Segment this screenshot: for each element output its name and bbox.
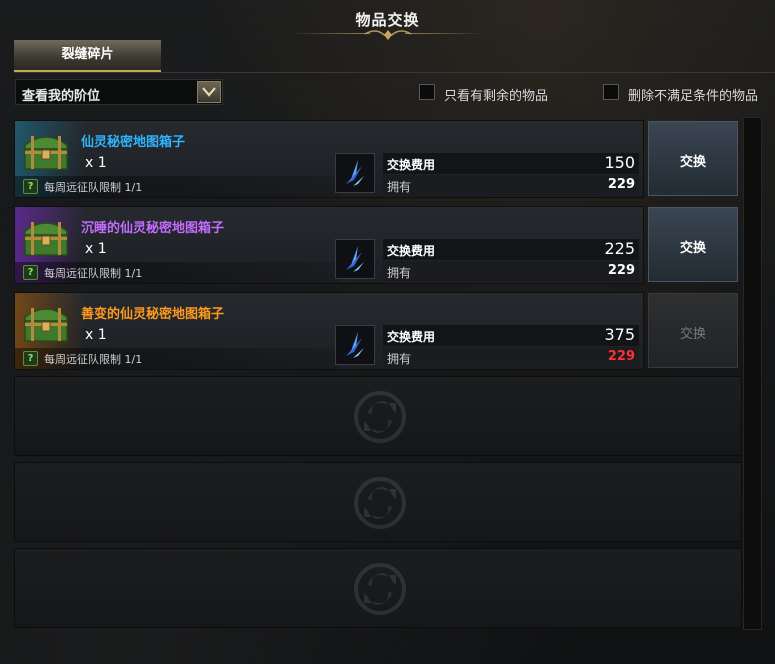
question-icon[interactable]: ? [23,265,38,280]
exchange-row: 仙灵秘密地图箱子 x 1 ? 每周远征队限制 1/1 交换费用 150 拥有 2… [14,120,644,198]
chevron-down-icon[interactable] [197,81,221,103]
owned-row: 拥有 229 [383,347,639,367]
green-treasure-chest-icon [24,222,68,256]
title-divider-left [290,33,370,34]
item-quantity: x 1 [85,241,107,257]
rank-dropdown[interactable]: 查看我的阶位 [15,79,223,105]
title-bar: 物品交换 [0,0,775,40]
owned-row: 拥有 229 [383,175,639,195]
checkbox-remaining-only-label: 只看有剩余的物品 [444,89,549,104]
green-treasure-chest-icon [24,308,68,342]
checkbox-hide-unmet-label: 删除不满足条件的物品 [628,89,759,104]
tab-rift-shards[interactable]: 裂缝碎片 [14,40,161,72]
cost-label: 交换费用 [387,158,436,172]
empty-slot [14,376,742,456]
dropdown-selected-value: 查看我的阶位 [22,89,101,104]
question-icon[interactable]: ? [23,351,38,366]
exchange-list: 仙灵秘密地图箱子 x 1 ? 每周远征队限制 1/1 交换费用 150 拥有 2… [14,117,742,630]
blue-crystal-shard-icon [335,239,375,279]
weekly-limit: 每周远征队限制 1/1 [44,267,143,280]
tab-divider [14,72,775,73]
checkbox-hide-unmet-box[interactable] [603,84,619,100]
cost-block: 交换费用 150 拥有 229 [383,153,639,195]
list-scrollbar[interactable] [743,117,762,630]
owned-value: 229 [607,177,635,192]
cost-block: 交换费用 225 拥有 229 [383,239,639,281]
title-ornament-icon [364,30,412,40]
exchange-button-disabled[interactable]: 交换 [648,293,738,368]
refresh-cycle-icon [354,477,406,529]
owned-value: 229 [607,263,635,278]
item-quantity: x 1 [85,155,107,171]
cost-value: 375 [604,325,635,344]
cost-row: 交换费用 150 [383,153,639,174]
owned-label: 拥有 [387,180,412,194]
cost-value: 150 [604,153,635,172]
cost-label: 交换费用 [387,330,436,344]
cost-label: 交换费用 [387,244,436,258]
item-name: 善变的仙灵秘密地图箱子 [81,307,225,322]
owned-label: 拥有 [387,266,412,280]
cost-block: 交换费用 375 拥有 229 [383,325,639,367]
exchange-button[interactable]: 交换 [648,121,738,196]
exchange-row: 沉睡的仙灵秘密地图箱子 x 1 ? 每周远征队限制 1/1 交换费用 225 拥… [14,206,644,284]
weekly-limit: 每周远征队限制 1/1 [44,181,143,194]
green-treasure-chest-icon [24,136,68,170]
question-icon[interactable]: ? [23,179,38,194]
exchange-button[interactable]: 交换 [648,207,738,282]
blue-crystal-shard-icon [335,153,375,193]
exchange-row: 善变的仙灵秘密地图箱子 x 1 ? 每周远征队限制 1/1 交换费用 375 拥… [14,292,644,370]
owned-value-insufficient: 229 [607,349,635,364]
refresh-cycle-icon [354,563,406,615]
blue-crystal-shard-icon [335,325,375,365]
checkbox-remaining-only-box[interactable] [419,84,435,100]
item-quantity: x 1 [85,327,107,343]
cost-row: 交换费用 375 [383,325,639,346]
cost-value: 225 [604,239,635,258]
empty-slot [14,548,742,628]
weekly-limit: 每周远征队限制 1/1 [44,353,143,366]
owned-row: 拥有 229 [383,261,639,281]
owned-label: 拥有 [387,352,412,366]
title-divider-right [405,33,485,34]
item-name: 沉睡的仙灵秘密地图箱子 [81,221,225,236]
refresh-cycle-icon [354,391,406,443]
empty-slot [14,462,742,542]
cost-row: 交换费用 225 [383,239,639,260]
item-name: 仙灵秘密地图箱子 [81,135,186,150]
